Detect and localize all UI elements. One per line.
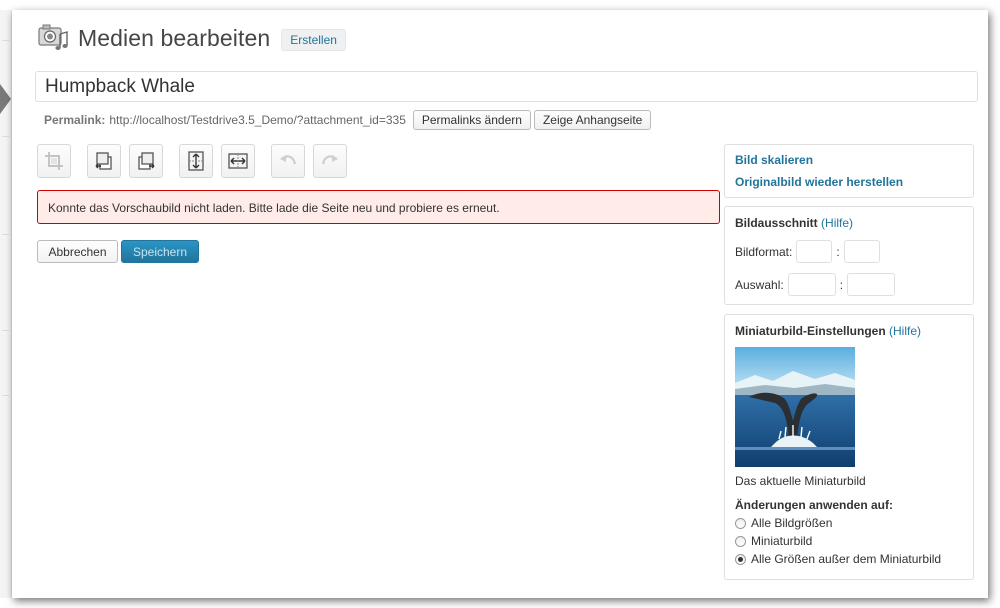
divider [2, 234, 9, 235]
scale-image-box: Bild skalieren Originalbild wieder herst… [724, 144, 974, 198]
image-crop-box: Bildausschnitt (Hilfe) Bildformat: : Aus… [724, 206, 974, 305]
redo-button[interactable] [313, 144, 347, 178]
selection-row: Auswahl: : [735, 273, 963, 296]
apply-option-all-except-thumbnail[interactable]: Alle Größen außer dem Miniaturbild [735, 552, 963, 566]
divider [2, 395, 9, 396]
flip-vertical-icon [188, 151, 204, 171]
aspect-ratio-separator: : [836, 244, 840, 259]
radio-label: Alle Größen außer dem Miniaturbild [751, 552, 942, 566]
rotate-clockwise-button[interactable] [129, 144, 163, 178]
divider [2, 330, 9, 331]
change-permalinks-button[interactable]: Permalinks ändern [412, 110, 531, 130]
edit-media-window: Medien bearbeiten Erstellen Permalink: h… [12, 10, 988, 598]
divider [2, 136, 9, 137]
crop-button[interactable] [37, 144, 71, 178]
aspect-ratio-row: Bildformat: : [735, 240, 963, 263]
current-menu-arrow-icon [0, 84, 11, 114]
thumbnail-help-link[interactable]: (Hilfe) [889, 324, 921, 338]
undo-icon [280, 155, 297, 165]
permalink-row: Permalink: http://localhost/Testdrive3.5… [44, 110, 652, 130]
selection-separator: : [839, 277, 844, 292]
permalink-url: http://localhost/Testdrive3.5_Demo/?atta… [109, 113, 406, 127]
permalink-label: Permalink: [44, 113, 106, 127]
title-input[interactable] [35, 71, 978, 102]
restore-original-link[interactable]: Originalbild wieder herstellen [735, 175, 963, 189]
rotate-clockwise-icon [138, 152, 155, 170]
flip-horizontal-button[interactable] [221, 144, 255, 178]
radio-label: Miniaturbild [751, 534, 813, 548]
crop-icon [45, 152, 63, 170]
create-button[interactable]: Erstellen [281, 29, 346, 51]
thumbnail-caption: Das aktuelle Miniaturbild [735, 474, 866, 488]
selection-height-input[interactable] [847, 273, 896, 296]
cancel-button[interactable]: Abbrechen [37, 240, 118, 263]
thumbnail-image [735, 347, 855, 467]
view-attachment-page-button[interactable]: Zeige Anhangseite [533, 110, 652, 130]
left-sidebar-strip [0, 10, 12, 598]
apply-option-thumbnail[interactable]: Miniaturbild [735, 534, 963, 548]
rotate-counterclockwise-button[interactable] [87, 144, 121, 178]
radio-thumbnail[interactable] [735, 535, 746, 547]
apply-changes-heading: Änderungen anwenden auf: [735, 498, 894, 512]
flip-horizontal-icon [228, 153, 248, 169]
divider [2, 40, 9, 41]
apply-option-all-sizes[interactable]: Alle Bildgrößen [735, 516, 963, 530]
flip-vertical-button[interactable] [179, 144, 213, 178]
media-camera-icon [38, 24, 68, 50]
page-title: Medien bearbeiten [78, 24, 271, 51]
save-button[interactable]: Speichern [121, 240, 199, 263]
redo-icon [321, 155, 338, 165]
aspect-ratio-width-input[interactable] [796, 240, 833, 263]
crop-heading-text: Bildausschnitt [735, 216, 818, 230]
radio-label: Alle Bildgrößen [751, 516, 833, 530]
scale-image-link[interactable]: Bild skalieren [735, 153, 963, 167]
undo-button[interactable] [271, 144, 305, 178]
thumbnail-heading: Miniaturbild-Einstellungen (Hilfe) [735, 324, 963, 338]
selection-width-input[interactable] [787, 273, 836, 296]
aspect-ratio-label: Bildformat: [735, 244, 793, 259]
image-edit-toolbar [37, 144, 355, 178]
aspect-ratio-height-input[interactable] [843, 240, 880, 263]
action-buttons: Abbrechen Speichern [37, 240, 199, 263]
thumbnail-heading-text: Miniaturbild-Einstellungen [735, 324, 886, 338]
selection-label: Auswahl: [735, 277, 784, 292]
crop-heading: Bildausschnitt (Hilfe) [735, 216, 963, 230]
radio-all-except-thumbnail[interactable] [735, 553, 746, 565]
page-header: Medien bearbeiten Erstellen [36, 22, 346, 54]
error-message: Konnte das Vorschaubild nicht laden. Bit… [37, 190, 720, 224]
thumbnail-settings-box: Miniaturbild-Einstellungen (Hilfe) Das a… [724, 314, 974, 580]
crop-help-link[interactable]: (Hilfe) [821, 216, 853, 230]
radio-all-sizes[interactable] [735, 517, 746, 529]
rotate-counterclockwise-icon [95, 152, 112, 170]
